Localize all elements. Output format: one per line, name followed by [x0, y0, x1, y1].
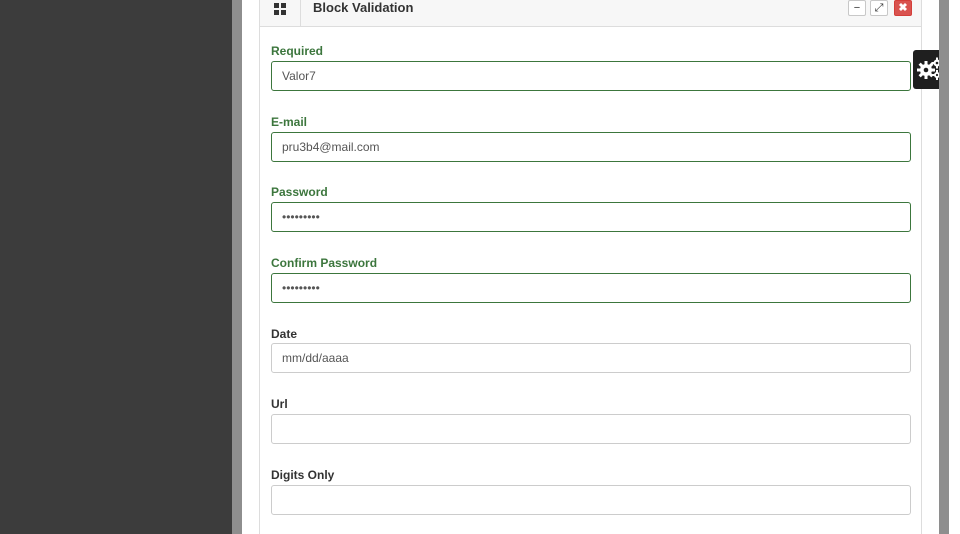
required-label: Required [271, 44, 324, 58]
maximize-button[interactable]: ⤢ [870, 0, 888, 16]
left-border-strip [232, 0, 242, 534]
required-input[interactable] [271, 61, 911, 91]
left-sidebar [0, 0, 232, 534]
digits-only-label: Digits Only [271, 468, 335, 482]
close-button[interactable]: ✖ [894, 0, 912, 16]
right-border-strip [939, 0, 949, 534]
confirm-password-label: Confirm Password [271, 256, 378, 270]
confirm-password-input[interactable] [271, 273, 911, 303]
panel-icon-box [260, 0, 301, 26]
date-label: Date [271, 327, 298, 341]
url-label: Url [271, 397, 288, 411]
panel-title: Block Validation [313, 0, 414, 15]
grid-icon [274, 3, 286, 15]
password-input[interactable] [271, 202, 911, 232]
email-input[interactable] [271, 132, 911, 162]
digits-only-input[interactable] [271, 485, 911, 515]
block-validation-panel: Block Validation − ⤢ ✖ Required E-mail P… [259, 0, 922, 534]
page: Block Validation − ⤢ ✖ Required E-mail P… [0, 0, 960, 534]
date-input[interactable] [271, 343, 911, 373]
url-input[interactable] [271, 414, 911, 444]
minimize-button[interactable]: − [848, 0, 866, 16]
email-label: E-mail [271, 115, 308, 129]
password-label: Password [271, 185, 328, 199]
panel-header: Block Validation − ⤢ ✖ [260, 0, 921, 27]
right-margin [949, 0, 960, 534]
